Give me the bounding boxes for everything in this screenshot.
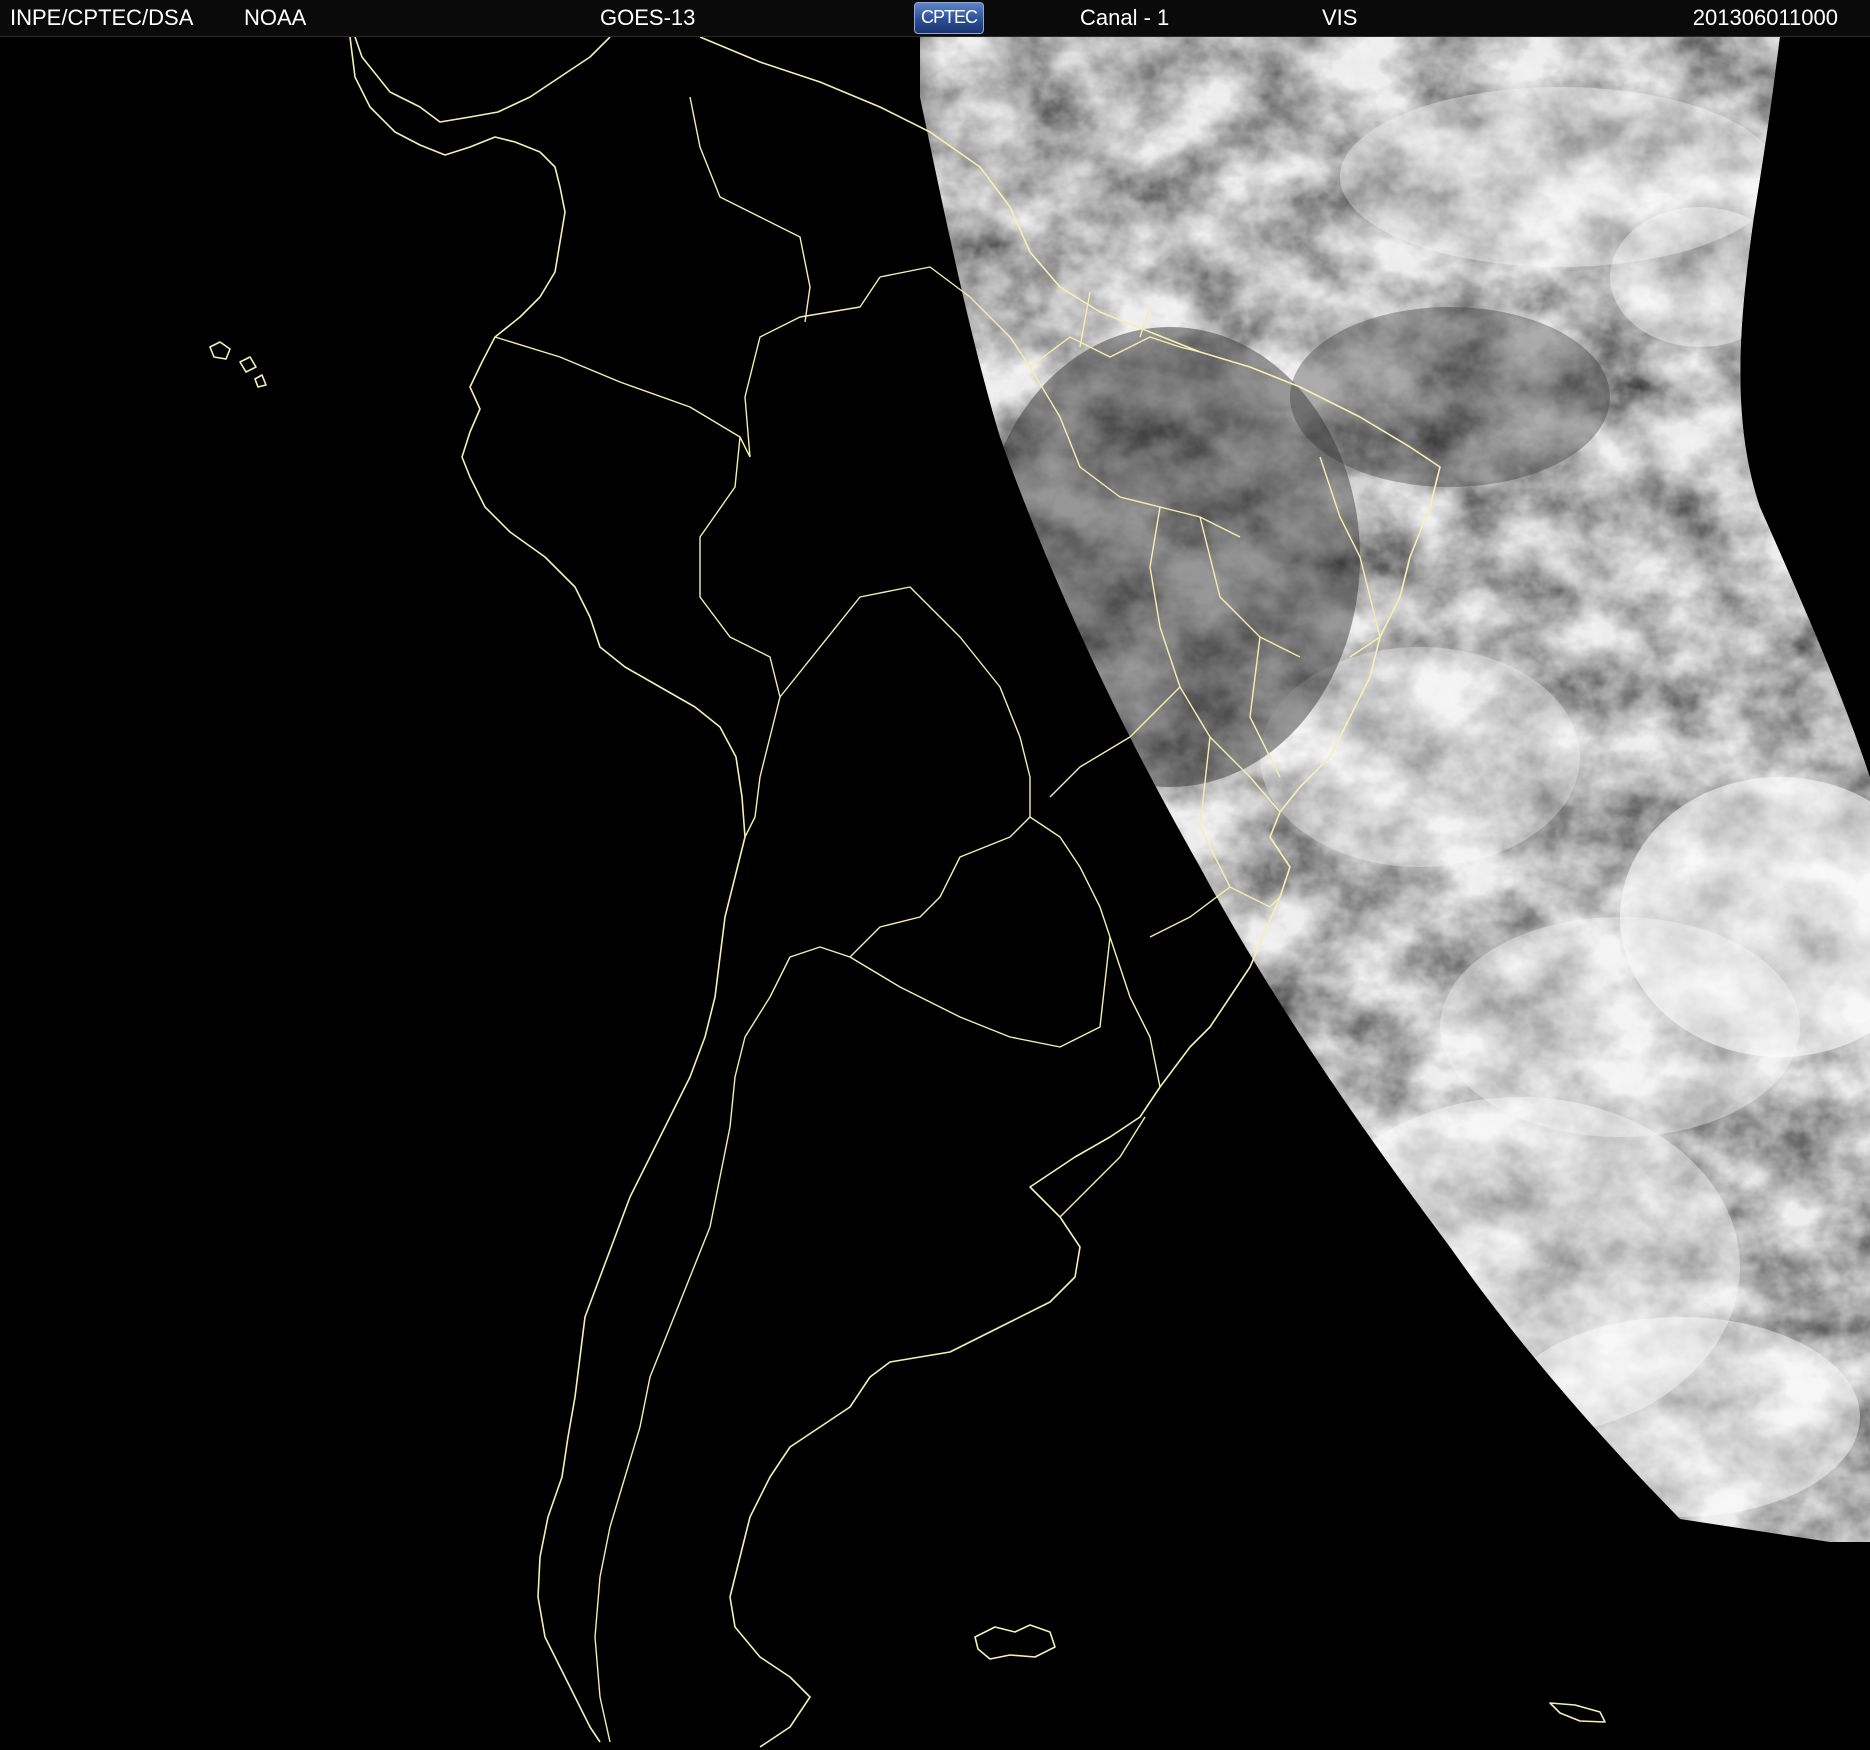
- daylit-cloud-region: [920, 37, 1870, 1542]
- falkland-islands: [974, 1624, 1056, 1660]
- band-label: VIS: [1322, 5, 1358, 30]
- organization-label: INPE/CPTEC/DSA: [10, 5, 194, 30]
- satellite-map: [209, 37, 1870, 1748]
- border-colombia-peru: [494, 336, 751, 458]
- border-uruguay: [1059, 1116, 1146, 1218]
- border-paraguay-argentina: [849, 936, 1111, 1048]
- satellite-label: GOES-13: [600, 5, 696, 30]
- border-paraguay-brazil: [1029, 816, 1111, 938]
- border-chile-argentina: [594, 996, 771, 1743]
- border-bolivia-argentina: [769, 946, 851, 998]
- galapagos-islands: [209, 341, 267, 388]
- cptec-logo: CPTEC: [914, 2, 984, 34]
- border-colombia-venezuela: [689, 96, 811, 323]
- cptec-logo-text: CPTEC: [920, 7, 978, 27]
- timestamp-label: 201306011000: [1692, 5, 1838, 30]
- border-argentina-brazil: [1109, 936, 1161, 1088]
- south-georgia-island: [1549, 1702, 1606, 1723]
- agency-label: NOAA: [244, 5, 307, 30]
- border-colombia-brazil: [744, 276, 881, 458]
- satellite-image-frame: [0, 37, 1870, 1750]
- border-bolivia-brazil: [779, 586, 1031, 817]
- header-bar: INPE/CPTEC/DSA NOAA GOES-13 CPTEC Canal …: [0, 0, 1870, 37]
- border-peru-bolivia: [744, 696, 781, 838]
- channel-label: Canal - 1: [1080, 5, 1170, 30]
- border-bolivia-paraguay: [849, 816, 1031, 958]
- border-peru-brazil: [699, 436, 781, 698]
